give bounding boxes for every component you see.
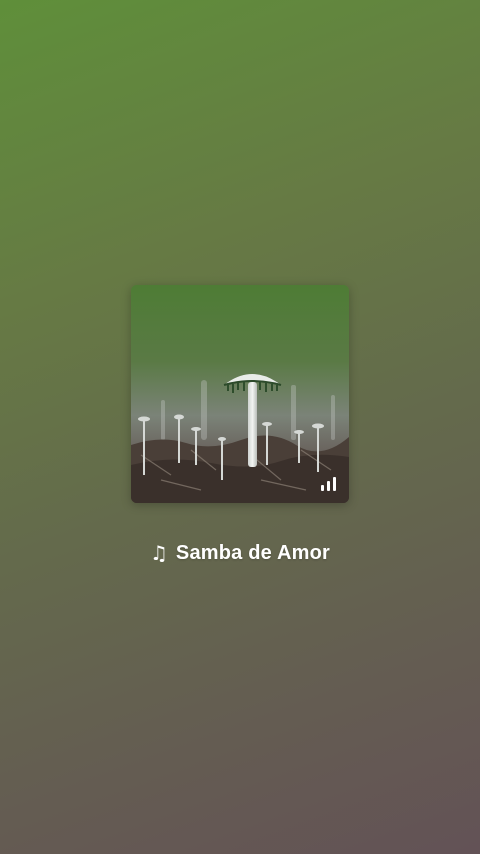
album-art-image: [131, 285, 349, 503]
album-art-card[interactable]: [131, 285, 349, 503]
song-title: Samba de Amor: [175, 541, 331, 564]
player-screen: ♫ Samba de Amor: [0, 0, 480, 854]
equalizer-bars-icon: [321, 477, 337, 491]
music-note-icon: ♫: [149, 541, 168, 565]
now-playing-title-row: ♫ Samba de Amor: [0, 538, 480, 568]
